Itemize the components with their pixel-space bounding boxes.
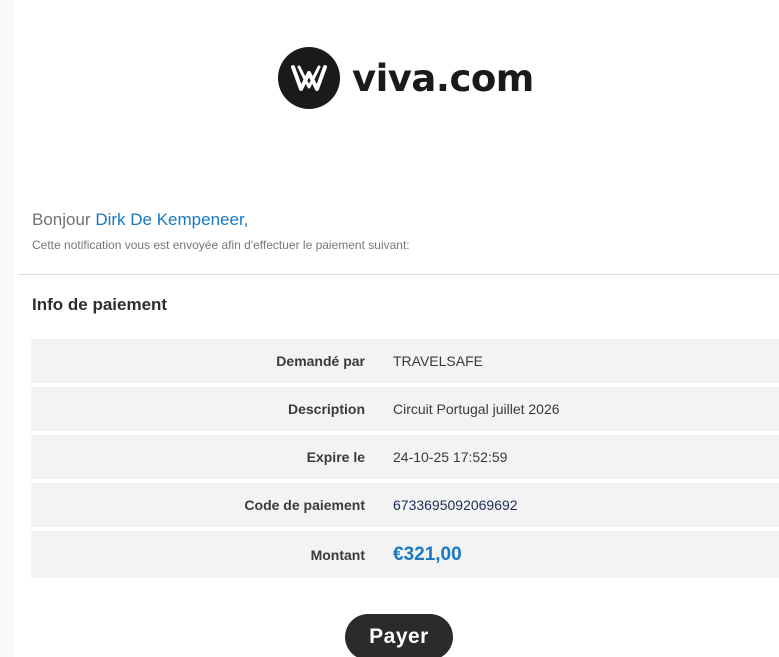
payment-info-table: Demandé par TRAVELSAFE Description Circu…	[31, 339, 779, 582]
payment-code-value: 6733695092069692	[393, 497, 518, 513]
row-value: Circuit Portugal juillet 2026	[393, 401, 560, 417]
row-label: Description	[287, 401, 365, 417]
row-label: Demandé par	[276, 353, 365, 369]
greeting: Bonjour Dirk De Kempeneer,	[32, 210, 248, 230]
recipient-name: Dirk De Kempeneer,	[95, 210, 249, 229]
amount-value: €321,00	[393, 543, 462, 565]
row-description: Description Circuit Portugal juillet 202…	[31, 387, 779, 431]
pay-button[interactable]: Payer	[345, 614, 453, 657]
email-card: viva.com Bonjour Dirk De Kempeneer, Cett…	[14, 0, 779, 657]
row-requested-by: Demandé par TRAVELSAFE	[31, 339, 779, 383]
email-page: viva.com Bonjour Dirk De Kempeneer, Cett…	[0, 0, 779, 657]
row-amount: Montant €321,00	[31, 531, 779, 578]
notification-text: Cette notification vous est envoyée afin…	[32, 238, 410, 252]
row-payment-code: Code de paiement 6733695092069692	[31, 483, 779, 527]
row-label: Code de paiement	[244, 497, 365, 513]
section-title: Info de paiement	[32, 295, 168, 314]
row-value: 24-10-25 17:52:59	[393, 449, 508, 465]
row-expires: Expire le 24-10-25 17:52:59	[31, 435, 779, 479]
row-label: Expire le	[306, 449, 365, 465]
divider	[18, 274, 779, 275]
row-value: TRAVELSAFE	[393, 353, 483, 369]
viva-logo-icon	[278, 47, 340, 109]
greeting-prefix: Bonjour	[32, 210, 96, 229]
row-label: Montant	[310, 546, 365, 563]
brand-logo: viva.com	[278, 46, 534, 110]
brand-name: viva.com	[352, 56, 534, 100]
